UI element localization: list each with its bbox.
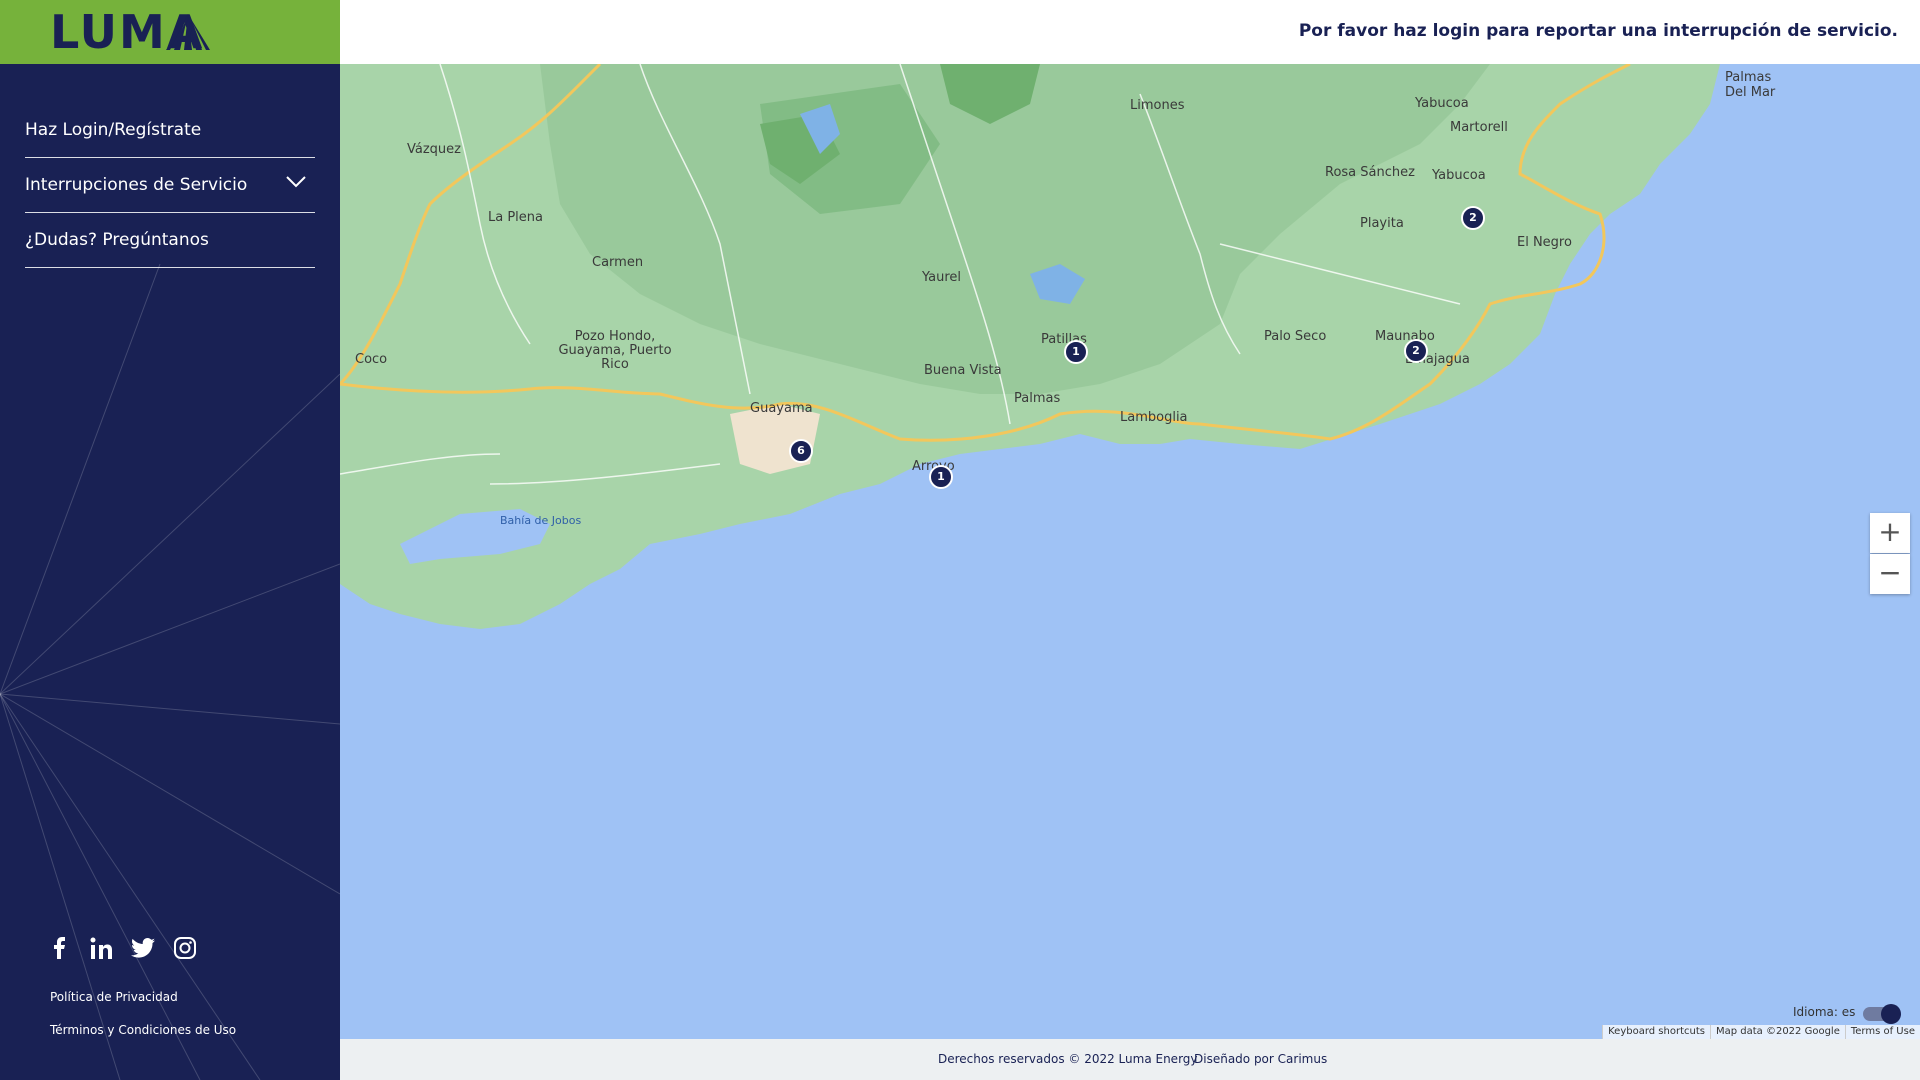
outage-cluster-marker[interactable]: 1 [1064,340,1088,364]
nav-login-label: Haz Login/Regístrate [25,120,202,140]
place-label: Limones [1130,98,1185,113]
outage-cluster-marker[interactable]: 1 [929,465,953,489]
keyboard-shortcuts-link[interactable]: Keyboard shortcuts [1602,1025,1710,1039]
map-data-credit: Map data ©2022 Google [1709,1025,1845,1039]
designed-by-link[interactable]: Diseñado por Carimus [1194,1052,1327,1066]
place-label: Lamboglia [1120,410,1188,425]
zoom-in-button[interactable]: + [1870,513,1910,553]
map-attribution: Keyboard shortcuts Map data ©2022 Google… [1602,1025,1920,1039]
login-prompt: Por favor haz login para reportar una in… [1298,21,1898,41]
place-label: Martorell [1450,120,1508,135]
place-label: Palmas [1014,391,1061,406]
privacy-policy-link[interactable]: Política de Privacidad [50,990,178,1004]
nav-service-outages[interactable]: Interrupciones de Servicio [25,158,315,213]
map-terrain[interactable] [340,64,1920,1039]
outage-cluster-marker[interactable]: 2 [1404,339,1428,363]
twitter-icon[interactable] [130,935,156,961]
place-label: Coco [355,352,388,367]
place-label: Palmas Del Mar [1725,70,1776,100]
header: Por favor haz login para reportar una in… [340,0,1920,64]
language-toggle[interactable] [1863,1004,1901,1024]
place-label: Bahía de Jobos [500,514,582,527]
toggle-knob [1881,1004,1901,1024]
nav-questions-label: ¿Dudas? Pregúntanos [25,230,209,250]
terms-link[interactable]: Términos y Condiciones de Uso [50,1023,236,1037]
outage-map[interactable]: Yabucoa Limones Martorell Rosa Sánchez P… [340,64,1920,1039]
page-footer: Derechos reservados © 2022 Luma Energy D… [340,1039,1920,1080]
place-label: Carmen [592,255,644,270]
place-label: Yabucoa [1432,168,1486,183]
place-label: Maunabo [1375,329,1435,344]
zoom-out-button[interactable]: − [1870,554,1910,594]
logo-bar[interactable]: LUMA [0,0,340,64]
nav-questions[interactable]: ¿Dudas? Pregúntanos [25,213,315,268]
outage-cluster-marker[interactable]: 2 [1461,206,1485,230]
place-label: Yaurel [922,270,962,285]
place-label: Yabucoa [1415,96,1469,111]
place-label: Vázquez [407,142,461,157]
place-label: La Plena [488,210,543,225]
place-label: Guayama [750,401,813,416]
instagram-icon[interactable] [172,935,198,961]
place-label: Buena Vista [924,363,1002,378]
place-label: Pozo Hondo, Guayama, Puerto Rico [558,329,672,372]
place-label: Palo Seco [1264,329,1327,344]
place-label: Playita [1360,216,1404,231]
copyright-text: Derechos reservados © 2022 Luma Energy [938,1052,1198,1066]
language-label: Idioma: es [1793,1005,1856,1019]
linkedin-icon[interactable] [88,935,114,961]
chevron-down-icon[interactable] [285,175,307,189]
terms-of-use-link[interactable]: Terms of Use [1844,1025,1920,1039]
logo-rays-icon [166,14,210,50]
sidebar: LUMA Haz Login/Regístrate Interrupciones… [0,0,340,1080]
facebook-icon[interactable] [46,935,72,961]
place-label: Rosa Sánchez [1325,165,1415,180]
outage-cluster-marker[interactable]: 6 [789,439,813,463]
nav-login-register[interactable]: Haz Login/Regístrate [25,103,315,158]
nav-outages-label: Interrupciones de Servicio [25,175,248,195]
place-label: El Negro [1517,235,1572,250]
